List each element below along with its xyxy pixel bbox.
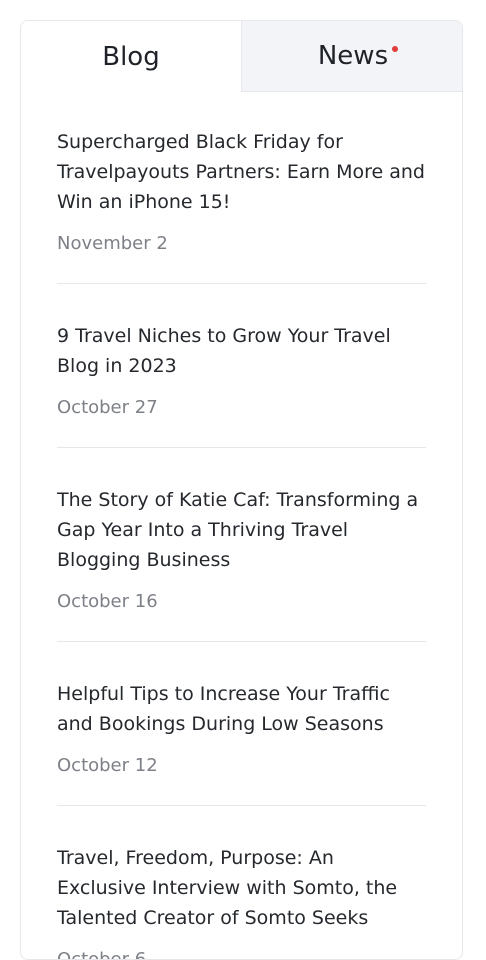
post-date: October 27 — [57, 397, 158, 418]
list-item: Helpful Tips to Increase Your Traffic an… — [57, 642, 426, 806]
post-date: October 16 — [57, 591, 158, 612]
notification-dot-icon — [392, 46, 399, 52]
list-item: 9 Travel Niches to Grow Your Travel Blog… — [57, 284, 426, 448]
tab-news-label: News — [317, 41, 399, 71]
tab-news-text: News — [317, 41, 389, 71]
post-list: Supercharged Black Friday for Travelpayo… — [21, 92, 462, 960]
tab-blog[interactable]: Blog — [21, 21, 242, 92]
post-title-link[interactable]: The Story of Katie Caf: Transforming a G… — [57, 485, 426, 575]
post-date: October 12 — [57, 755, 158, 776]
blog-news-widget: Blog News Supercharged Black Friday for … — [20, 20, 463, 960]
post-title-link[interactable]: Supercharged Black Friday for Travelpayo… — [57, 127, 426, 217]
list-item: The Story of Katie Caf: Transforming a G… — [57, 448, 426, 642]
tab-bar: Blog News — [21, 21, 462, 92]
tab-blog-label: Blog — [102, 41, 160, 72]
post-title-link[interactable]: Travel, Freedom, Purpose: An Exclusive I… — [57, 843, 426, 933]
post-date: November 2 — [57, 233, 168, 254]
list-item: Travel, Freedom, Purpose: An Exclusive I… — [57, 806, 426, 960]
post-title-link[interactable]: 9 Travel Niches to Grow Your Travel Blog… — [57, 321, 426, 381]
post-title-link[interactable]: Helpful Tips to Increase Your Traffic an… — [57, 679, 426, 739]
tab-news[interactable]: News — [242, 21, 462, 92]
post-date: October 6 — [57, 949, 147, 960]
list-item: Supercharged Black Friday for Travelpayo… — [57, 92, 426, 284]
